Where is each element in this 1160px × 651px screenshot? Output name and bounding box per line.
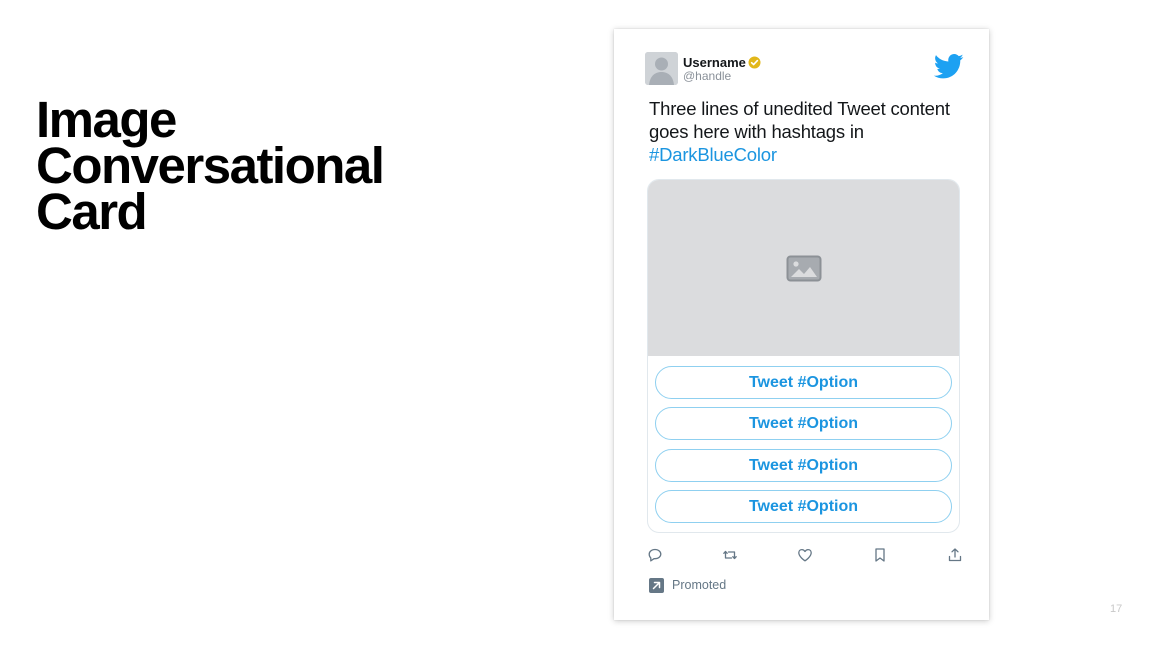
option-button-2[interactable]: Tweet #Option: [655, 407, 952, 440]
title-line-3: Card: [36, 183, 148, 240]
username[interactable]: Username: [683, 55, 746, 70]
share-icon[interactable]: [947, 547, 963, 563]
retweet-icon[interactable]: [722, 547, 738, 563]
avatar[interactable]: [645, 52, 678, 85]
handle[interactable]: @handle: [683, 69, 731, 83]
option-button-4[interactable]: Tweet #Option: [655, 490, 952, 523]
option-button-1[interactable]: Tweet #Option: [655, 366, 952, 399]
conversational-card: Tweet #Option Tweet #Option Tweet #Optio…: [647, 179, 960, 533]
tweet-actions: [614, 547, 989, 567]
option-button-3[interactable]: Tweet #Option: [655, 449, 952, 482]
bookmark-icon[interactable]: [872, 547, 888, 563]
image-icon: [786, 255, 822, 282]
promoted-arrow-icon: [649, 578, 664, 593]
tweet-text: Three lines of unedited Tweet content go…: [649, 97, 969, 166]
verified-badge-icon: [748, 56, 761, 69]
tweet-card: Username @handle Three lines of unedited…: [614, 29, 989, 620]
page-number: 17: [1110, 603, 1123, 615]
default-avatar-icon: [645, 52, 678, 85]
hashtag-link[interactable]: #DarkBlueColor: [649, 143, 969, 166]
twitter-bird-icon[interactable]: [934, 54, 964, 79]
like-icon[interactable]: [797, 547, 813, 563]
promoted-label: Promoted: [672, 578, 727, 592]
slide-title: Image Conversational Card: [36, 94, 385, 240]
reply-icon[interactable]: [647, 547, 663, 563]
tweet-body: Three lines of unedited Tweet content go…: [649, 98, 950, 142]
image-placeholder[interactable]: [648, 180, 959, 356]
